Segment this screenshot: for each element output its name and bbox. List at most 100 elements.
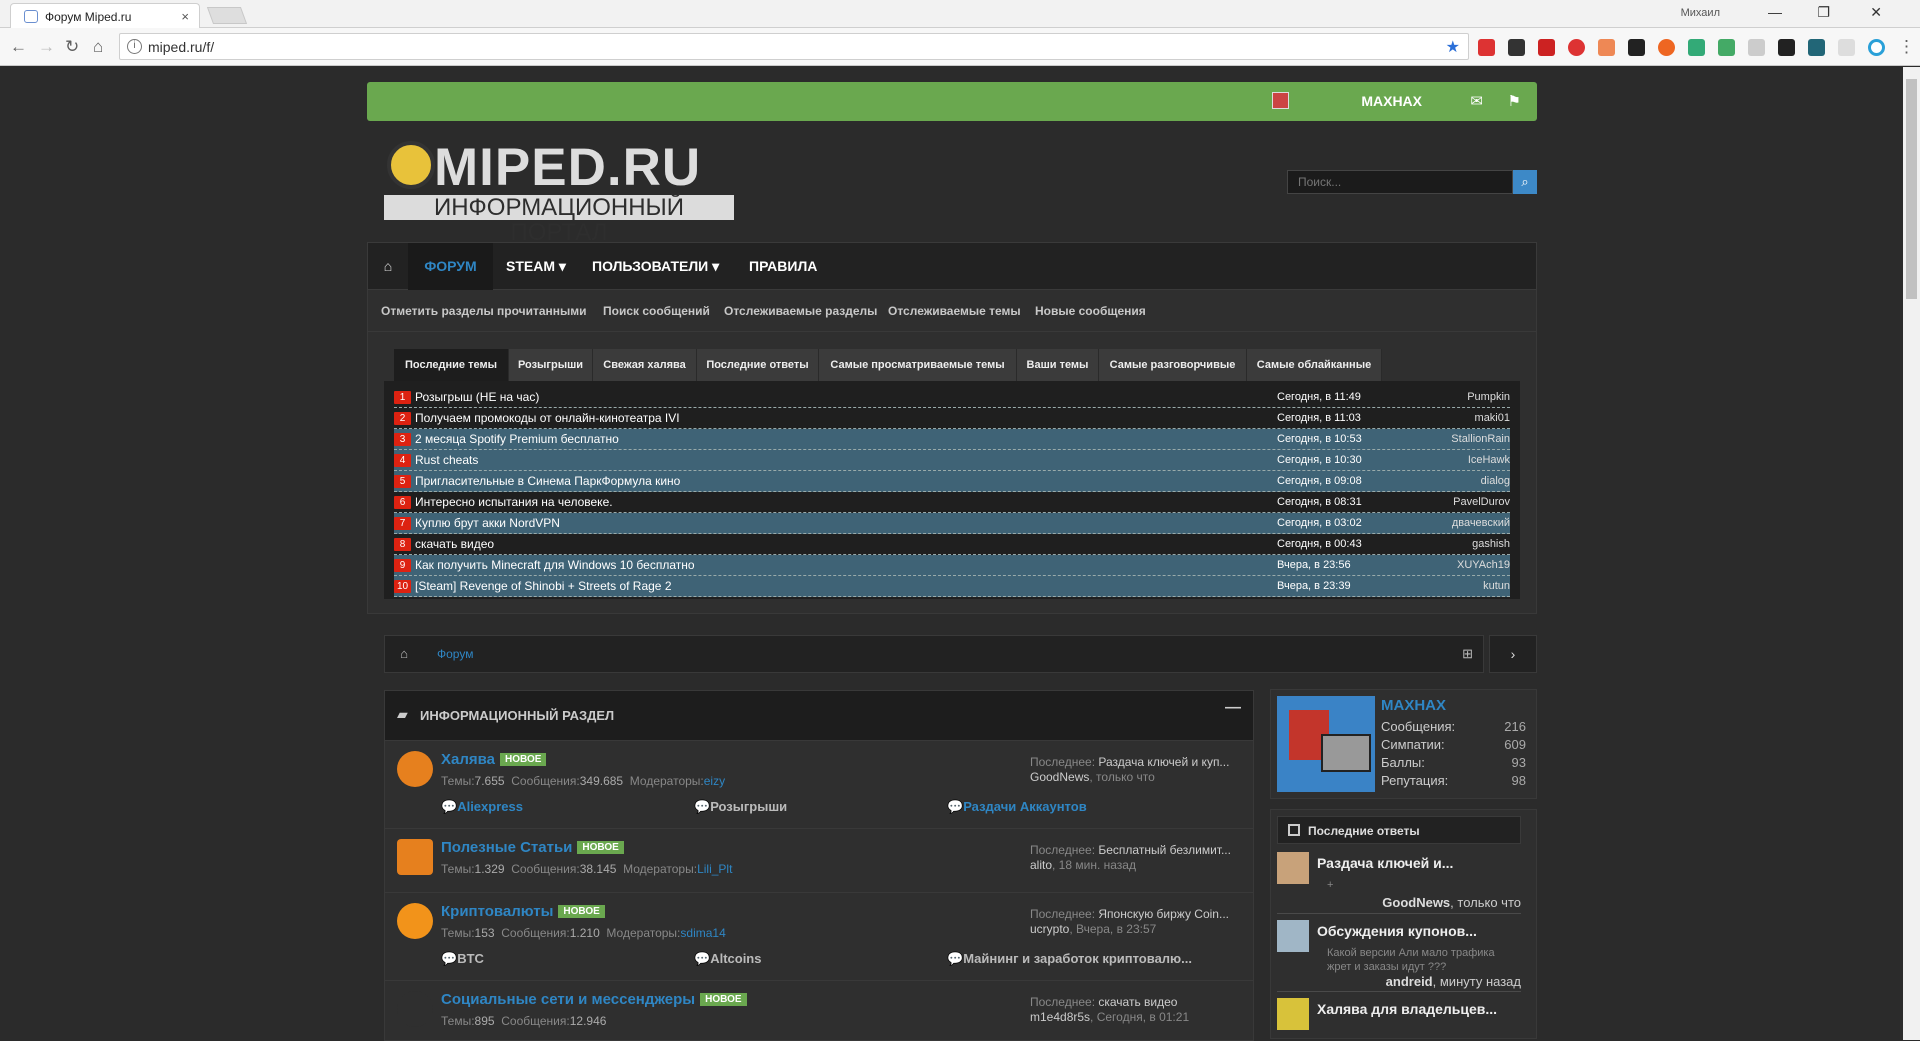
moderator-link[interactable]: sdima14 <box>680 926 725 940</box>
recent-item[interactable]: Раздача ключей и... + GoodNews, только ч… <box>1277 852 1521 914</box>
subforum-link[interactable]: 💬Майнинг и заработок криптовалю... <box>947 951 1192 967</box>
breadcrumb-forum[interactable]: Форум <box>437 647 473 661</box>
sitemap-icon[interactable]: ⊞ <box>1462 646 1473 662</box>
extension-icon[interactable] <box>1808 39 1825 56</box>
topic-row[interactable]: 8 скачать видео Сегодня, в 00:43 gashish <box>394 534 1510 555</box>
extension-icon[interactable] <box>1478 39 1495 56</box>
search-icon[interactable]: ⌕ <box>1513 170 1537 194</box>
collapse-icon[interactable]: — <box>1225 699 1241 717</box>
forward-icon[interactable]: → <box>38 37 55 57</box>
tab-most-viewed[interactable]: Самые просматриваемые темы <box>819 349 1017 381</box>
tab-latest-replies[interactable]: Последние ответы <box>697 349 819 381</box>
recent-title[interactable]: Халява для владельцев... <box>1317 1001 1497 1017</box>
jump-next-icon[interactable]: › <box>1489 635 1537 673</box>
topic-author[interactable]: IceHawk <box>1468 454 1510 466</box>
topic-author[interactable]: gashish <box>1472 538 1510 550</box>
recent-title[interactable]: Обсуждения купонов... <box>1317 923 1477 939</box>
browser-profile[interactable]: Михаил <box>1681 7 1720 19</box>
flag-icon[interactable]: ⚑ <box>1508 92 1521 110</box>
reload-icon[interactable]: ↻ <box>65 37 79 57</box>
topic-author[interactable]: XUYAch19 <box>1457 559 1510 571</box>
recent-item[interactable]: Халява для владельцев... <box>1277 998 1521 1038</box>
topic-author[interactable]: kutun <box>1483 580 1510 592</box>
nav-steam[interactable]: STEAM ▾ <box>506 243 566 291</box>
avatar[interactable] <box>1277 696 1375 792</box>
tab-most-liked[interactable]: Самые облайканные <box>1247 349 1382 381</box>
subnav-watched-forums[interactable]: Отслеживаемые разделы <box>724 304 877 318</box>
topic-row[interactable]: 9 Как получить Minecraft для Windows 10 б… <box>394 555 1510 576</box>
extension-icon[interactable] <box>1568 39 1585 56</box>
avatar[interactable] <box>1277 852 1309 884</box>
extension-icon[interactable] <box>1868 39 1885 56</box>
topic-title[interactable]: Пригласительные в Синема ПаркФормула кин… <box>415 474 680 488</box>
back-icon[interactable]: ← <box>10 37 27 57</box>
topic-author[interactable]: StallionRain <box>1451 433 1510 445</box>
topic-row[interactable]: 2 Получаем промокоды от онлайн-кинотеатра… <box>394 408 1510 429</box>
topic-row[interactable]: 7 Куплю брут акки NordVPN Сегодня, в 03:02… <box>394 513 1510 534</box>
last-post[interactable]: Последнее: Японскую биржу Coin... ucrypto… <box>1030 907 1250 937</box>
menu-icon[interactable]: ⋮ <box>1898 37 1915 57</box>
extension-icon[interactable] <box>1598 39 1615 56</box>
subnav-search-posts[interactable]: Поиск сообщений <box>603 304 710 318</box>
subforum-link[interactable]: 💬Раздачи Аккаунтов <box>947 799 1087 815</box>
nav-forum[interactable]: ФОРУМ <box>408 243 493 291</box>
recent-title[interactable]: Раздача ключей и... <box>1317 855 1453 871</box>
last-post[interactable]: Последнее: Раздача ключей и куп... GoodNe… <box>1030 755 1250 785</box>
avatar[interactable] <box>1277 998 1309 1030</box>
user-card-name[interactable]: MAXHAX <box>1381 697 1446 714</box>
topic-title[interactable]: Rust cheats <box>415 453 478 467</box>
tab-fresh-freebies[interactable]: Свежая халява <box>593 349 697 381</box>
header-username[interactable]: MAXHAX <box>1361 93 1422 109</box>
topic-title[interactable]: Получаем промокоды от онлайн-кинотеатра … <box>415 411 680 425</box>
topic-row[interactable]: 5 Пригласительные в Синема ПаркФормула ки… <box>394 471 1510 492</box>
nav-rules[interactable]: ПРАВИЛА <box>749 243 817 291</box>
moderator-link[interactable]: eizy <box>704 774 725 788</box>
scrollbar-thumb[interactable] <box>1906 79 1917 299</box>
tab-giveaways[interactable]: Розыгрыши <box>509 349 593 381</box>
forum-name[interactable]: Социальные сети и мессенджеры НОВОЕ <box>441 991 747 1008</box>
nav-home-icon[interactable]: ⌂ <box>368 243 408 291</box>
topic-title[interactable]: Розыгрыш (НЕ на час) <box>415 390 539 404</box>
search-input[interactable] <box>1287 170 1513 194</box>
topic-title[interactable]: 2 месяца Spotify Premium бесплатно <box>415 432 619 446</box>
tab-close-icon[interactable]: × <box>181 9 189 24</box>
forum-name[interactable]: Халява НОВОЕ <box>441 751 547 768</box>
tab-your-topics[interactable]: Ваши темы <box>1017 349 1099 381</box>
extension-icon[interactable] <box>1718 39 1735 56</box>
subnav-new-posts[interactable]: Новые сообщения <box>1035 304 1146 318</box>
subforum-link[interactable]: 💬Altcoins <box>694 951 761 967</box>
avatar[interactable] <box>1277 920 1309 952</box>
topic-author[interactable]: PavelDurov <box>1453 496 1510 508</box>
topic-row[interactable]: 10 [Steam] Revenge of Shinobi + Streets o… <box>394 576 1510 597</box>
topic-row[interactable]: 3 2 месяца Spotify Premium бесплатно Сегод… <box>394 429 1510 450</box>
subnav-mark-read[interactable]: Отметить разделы прочитанными <box>381 304 587 318</box>
topic-title[interactable]: Как получить Minecraft для Windows 10 бе… <box>415 558 695 572</box>
breadcrumb-home-icon[interactable]: ⌂ <box>385 636 423 672</box>
moderator-link[interactable]: Lili_Plt <box>697 862 732 876</box>
topic-row[interactable]: 1 Розыгрыш (НЕ на час) Сегодня, в 11:49 Pum… <box>394 387 1510 408</box>
home-icon[interactable]: ⌂ <box>93 37 103 57</box>
extension-icon[interactable] <box>1838 39 1855 56</box>
last-post[interactable]: Последнее: скачать видео m1e4d8r5s, Сегод… <box>1030 995 1250 1025</box>
recent-item[interactable]: Обсуждения купонов... Какой версии Али м… <box>1277 920 1521 992</box>
topic-row[interactable]: 6 Интересно испытания на человеке. Сегодня… <box>394 492 1510 513</box>
extension-icon[interactable] <box>1778 39 1795 56</box>
mail-icon[interactable]: ✉ <box>1470 92 1483 110</box>
tab-latest-topics[interactable]: Последние темы <box>394 349 509 381</box>
topic-title[interactable]: Куплю брут акки NordVPN <box>415 516 560 530</box>
nav-users[interactable]: ПОЛЬЗОВАТЕЛИ ▾ <box>592 243 719 291</box>
forum-name[interactable]: Криптовалюты НОВОЕ <box>441 903 605 920</box>
topic-title[interactable]: [Steam] Revenge of Shinobi + Streets of … <box>415 579 672 593</box>
close-window-icon[interactable]: ✕ <box>1870 4 1882 21</box>
browser-tab[interactable]: Форум Miped.ru × <box>10 3 200 28</box>
tab-most-discussed[interactable]: Самые разговорчивые <box>1099 349 1247 381</box>
subforum-link[interactable]: 💬Розыгрыши <box>694 799 787 815</box>
bookmark-star-icon[interactable]: ★ <box>1446 37 1460 57</box>
topic-title[interactable]: Интересно испытания на человеке. <box>415 495 613 509</box>
extension-icon[interactable] <box>1538 39 1555 56</box>
subforum-link[interactable]: 💬BTC <box>441 951 484 967</box>
topic-author[interactable]: maki01 <box>1475 412 1510 424</box>
topic-author[interactable]: двачевский <box>1452 517 1510 529</box>
topic-title[interactable]: скачать видео <box>415 537 494 551</box>
site-logo[interactable]: MIPED.RU ИНФОРМАЦИОННЫЙ ПОРТАЛ <box>384 137 734 245</box>
